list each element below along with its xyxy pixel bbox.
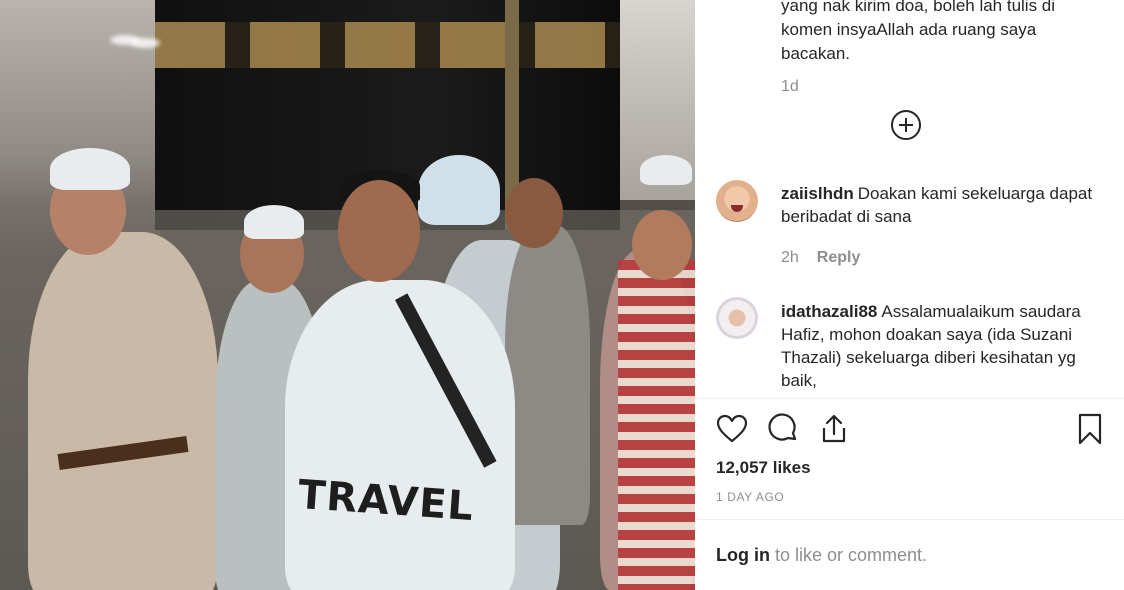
kaaba-gold-band [155,22,620,68]
pilgrim-bearded-body [505,225,590,525]
caption-age[interactable]: 1d [781,78,799,96]
pilgrim-back-turban [418,155,500,225]
comment-username[interactable]: idathazali88 [781,302,877,321]
comment-meta: 2h Reply [781,249,860,267]
bookmark-icon[interactable] [1073,412,1107,446]
login-prompt-text: to like or comment. [769,545,928,565]
pilgrim-left-body [28,232,218,590]
red-checkered-scarf [618,260,695,590]
comment-age[interactable]: 2h [781,249,799,266]
reply-button[interactable]: Reply [817,249,861,266]
post-photo[interactable]: TRAVEL [0,0,695,590]
share-icon[interactable] [817,412,851,446]
divider [695,519,1124,520]
comments-list[interactable]: yang nak kirim doa, boleh lah tulis di k… [695,0,1124,398]
pilgrim-glasses-cap [244,205,304,239]
avatar[interactable] [716,297,758,339]
lamp [130,38,160,48]
main-pilgrim-head [338,180,420,282]
comment-body: idathazali88 Assalamualaikum saudara Hafi… [781,300,1101,392]
post-date[interactable]: 1 DAY AGO [716,490,784,504]
post-side-panel: yang nak kirim doa, boleh lah tulis di k… [695,0,1124,590]
heart-icon[interactable] [715,412,749,446]
comment-body: zaiislhdn Doakan kami sekeluarga dapat be… [781,182,1101,228]
login-link[interactable]: Log in [716,545,770,565]
pilgrim-far-cap [640,155,692,185]
avatar[interactable] [716,180,758,222]
comment-icon[interactable] [766,412,800,446]
pilgrim-right-head [632,210,692,280]
comment-username[interactable]: zaiislhdn [781,184,854,203]
load-more-comments-button[interactable] [891,110,921,140]
login-prompt: Log in to like or comment. [716,545,927,566]
caption-text: yang nak kirim doa, boleh lah tulis di k… [781,0,1056,63]
pilgrim-left-cap [50,148,130,190]
action-bar [695,398,1124,458]
likes-count[interactable]: 12,057 likes [716,458,811,478]
pilgrim-bearded-head [505,178,563,248]
